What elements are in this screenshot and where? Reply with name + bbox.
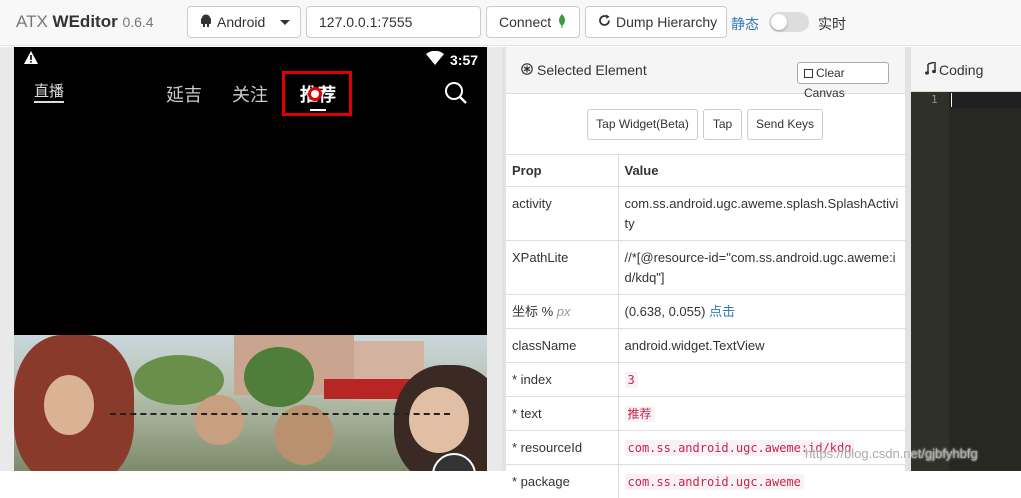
video-frame[interactable] (14, 335, 487, 471)
connect-button[interactable]: Connect (486, 6, 580, 38)
prop-name: activity (506, 187, 618, 241)
table-row: * index 3 (506, 363, 905, 397)
coordinate-value[interactable]: (0.638, 0.055) (625, 304, 706, 319)
tap-button[interactable]: Tap (703, 109, 742, 140)
prop-name: 坐标 % px (506, 295, 618, 329)
coding-panel: Coding 1 (911, 47, 1021, 471)
device-serial-input[interactable]: 127.0.0.1:7555 (306, 6, 481, 38)
send-keys-button[interactable]: Send Keys (747, 109, 823, 140)
live-mode-toggle[interactable] (769, 12, 809, 32)
table-row: * package com.ss.android.ugc.aweme (506, 465, 905, 498)
prop-name: * text (506, 397, 618, 431)
mode-live-label[interactable]: 实时 (818, 14, 846, 34)
table-row: className android.widget.TextView (506, 329, 905, 363)
editor-cursor (951, 93, 952, 107)
toolbar: ATX WEditor 0.6.4 Android 127.0.0.1:7555… (0, 0, 1021, 46)
prop-value: 3 (618, 363, 905, 397)
platform-value: Android (217, 14, 265, 30)
status-bar: 3:57 (14, 47, 487, 73)
prop-name: className (506, 329, 618, 363)
search-icon[interactable] (444, 81, 468, 108)
prop-code-value[interactable]: com.ss.android.ugc.aweme (625, 474, 804, 490)
prop-value: 推荐 (618, 397, 905, 431)
line-number: 1 (931, 93, 938, 106)
music-note-icon (925, 62, 936, 78)
checkbox-icon (804, 69, 813, 78)
leaf-icon (557, 14, 567, 31)
android-icon (200, 14, 212, 30)
editor-gutter (911, 92, 949, 471)
app-version: 0.6.4 (122, 14, 153, 30)
prop-value[interactable]: com.ss.android.ugc.aweme.splash.SplashAc… (618, 187, 905, 241)
click-coordinate-link[interactable]: 点击 (709, 304, 735, 319)
connect-label: Connect (499, 14, 551, 30)
live-tab[interactable]: 直播 (34, 83, 64, 103)
platform-select[interactable]: Android (187, 6, 301, 38)
status-time: 3:57 (450, 52, 478, 68)
device-serial-value: 127.0.0.1:7555 (319, 14, 412, 30)
prop-code-value[interactable]: 3 (625, 372, 638, 388)
prop-unit-hint: px (557, 304, 571, 319)
prop-code-value[interactable]: 推荐 (625, 406, 655, 422)
panel-title-text: Selected Element (537, 62, 647, 78)
video-overlay-dashline (110, 413, 450, 415)
prop-name: XPathLite (506, 241, 618, 295)
tab-yanji[interactable]: 延吉 (166, 81, 202, 107)
prop-value[interactable]: //*[@resource-id="com.ss.android.ugc.awe… (618, 241, 905, 295)
app-top-nav: 直播 延吉 关注 推荐 (14, 75, 487, 115)
table-row: activity com.ss.android.ugc.aweme.splash… (506, 187, 905, 241)
device-screenshot[interactable]: 3:57 直播 延吉 关注 推荐 (14, 47, 487, 471)
device-screen-area: 3:57 直播 延吉 关注 推荐 (0, 47, 502, 471)
dump-hierarchy-button[interactable]: Dump Hierarchy (585, 6, 727, 38)
video-face (44, 375, 94, 435)
panel-header: Selected Element Clear Canvas (506, 47, 905, 94)
watermark-text: https://blog.csdn.net/gjbfyhbfg (805, 446, 978, 461)
tab-follow[interactable]: 关注 (232, 81, 268, 107)
app-title: ATX WEditor 0.6.4 (16, 12, 154, 32)
selected-tab-underline (310, 109, 326, 111)
clear-canvas-button[interactable]: Clear Canvas (797, 62, 889, 84)
table-row: * text 推荐 (506, 397, 905, 431)
video-face (194, 395, 244, 445)
refresh-icon (598, 14, 611, 30)
wifi-icon (426, 51, 444, 68)
asterisk-icon (521, 62, 533, 78)
video-face (409, 387, 469, 453)
app-name: WEditor (53, 12, 118, 31)
selected-element-panel: Selected Element Clear Canvas Tap Widget… (506, 47, 905, 471)
table-row: XPathLite //*[@resource-id="com.ss.andro… (506, 241, 905, 295)
warning-icon (24, 51, 38, 67)
prop-value: com.ss.android.ugc.aweme (618, 465, 905, 498)
prop-name-text: 坐标 % (512, 304, 553, 319)
chevron-down-icon (280, 20, 290, 25)
editor-active-line[interactable] (949, 92, 1021, 108)
prop-value[interactable]: android.widget.TextView (618, 329, 905, 363)
selection-point-marker (308, 87, 322, 101)
tap-widget-button[interactable]: Tap Widget(Beta) (587, 109, 698, 140)
video-tree (244, 347, 314, 407)
toggle-knob (771, 14, 787, 30)
column-header-value: Value (618, 155, 905, 187)
coding-header: Coding (911, 47, 1021, 92)
prop-name: * index (506, 363, 618, 397)
prop-name: * package (506, 465, 618, 498)
app-name-prefix: ATX (16, 12, 48, 31)
prop-value: (0.638, 0.055) 点击 (618, 295, 905, 329)
dump-hierarchy-label: Dump Hierarchy (616, 14, 717, 30)
table-row: 坐标 % px (0.638, 0.055) 点击 (506, 295, 905, 329)
column-header-prop: Prop (506, 155, 618, 187)
table-header-row: Prop Value (506, 155, 905, 187)
coding-title-text: Coding (939, 62, 983, 78)
prop-name: * resourceId (506, 431, 618, 465)
mode-static-label[interactable]: 静态 (731, 14, 759, 34)
panel-title: Selected Element (521, 62, 647, 78)
coding-title: Coding (925, 62, 983, 78)
